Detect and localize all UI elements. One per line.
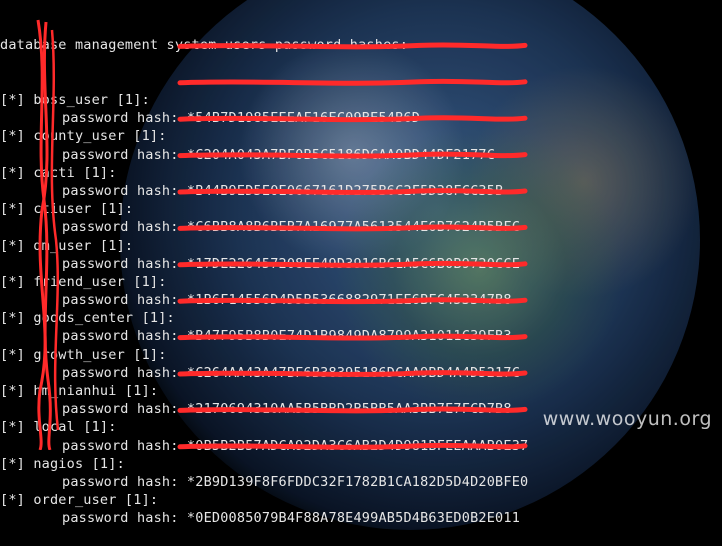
user-line: [*] friend_user [1]: xyxy=(0,273,722,291)
hash-line: password hash: *54B7D1985EEEAF16EC09BE54… xyxy=(0,109,722,127)
marker: [*] xyxy=(0,237,25,254)
hash-line: password hash: *B44B9ED5E0E0667161D275B6… xyxy=(0,182,722,200)
hash-label: password hash: xyxy=(62,510,179,527)
hash-line: password hash: *C204A043A7BF0B5C5186DCAA… xyxy=(0,146,722,164)
hash-value: *17DE226457208EE49D391CBC1A5C6B0B9720CCE xyxy=(186,255,521,272)
hash-label: password hash: xyxy=(62,146,179,163)
hash-value: *1B6F14556D4D5B5366882971EE6BFC453347B8 xyxy=(186,292,512,309)
hash-line: password hash: *0ED0085079B4F88A78E499AB… xyxy=(0,509,722,527)
user-line: [*] hm_nianhui [1]: xyxy=(0,382,722,400)
user-name: boss_user [1]: xyxy=(33,92,150,108)
user-line: [*] nagios [1]: xyxy=(0,455,722,473)
hash-line: password hash: *B47F95B8B0E74D1B9849DA87… xyxy=(0,327,722,345)
user-name: cacti [1]: xyxy=(33,164,117,181)
hash-value: *B44B9ED5E0E0667161D275B6C2F5D38FCC35B xyxy=(186,182,504,199)
user-name: local [1]: xyxy=(33,419,117,436)
hash-line: password hash: *0B5B2B57ADCA92DA3C6AB2D4… xyxy=(0,437,722,455)
user-name: order_user [1]: xyxy=(33,492,159,509)
hash-line: password hash: *2B9D139F8F6FDDC32F1782B1… xyxy=(0,473,722,491)
user-name: hm_nianhui [1]: xyxy=(33,383,159,399)
marker: [*] xyxy=(0,492,25,509)
hash-value: *B47F95B8B0E74D1B9849DA8799A31011C39FB3 xyxy=(186,328,512,345)
user-line: [*] dm_user [1]: xyxy=(0,237,722,255)
hash-value: *C264AA43A47BF6B38395186DCAA9BD4A4D5217C xyxy=(186,364,521,381)
user-line: [*] goods_center [1]: xyxy=(0,309,722,327)
terminal-output[interactable]: database management system users passwor… xyxy=(0,0,722,526)
hash-line: password hash: *17DE226457208EE49D391CBC… xyxy=(0,255,722,273)
hash-line: password hash: *C6BB8A8B6BEB7A16977A5613… xyxy=(0,218,722,236)
hash-value: *54B7D1985EEEAF16EC09BE54B6D xyxy=(186,110,421,127)
hash-value: *2170694310AA5B5BBD2B5BB5AA3BB7E7FCD7B8 xyxy=(186,401,512,418)
marker: [*] xyxy=(0,455,25,472)
watermark-text: www.wooyun.org xyxy=(542,408,712,430)
user-line: [*] order_user [1]: xyxy=(0,491,722,509)
marker: [*] xyxy=(0,92,25,108)
user-line: [*] cacti [1]: xyxy=(0,164,722,182)
user-line: [*] ctiuser [1]: xyxy=(0,200,722,218)
marker: [*] xyxy=(0,310,25,327)
user-line: [*] growth_user [1]: xyxy=(0,346,722,364)
terminal-header: database management system users passwor… xyxy=(0,37,409,54)
user-name: growth_user [1]: xyxy=(33,346,167,363)
marker: [*] xyxy=(0,383,25,399)
hash-line: password hash: *1B6F14556D4D5B5366882971… xyxy=(0,291,722,309)
hash-value: *2B9D139F8F6FDDC32F1782B1CA182D5D4D20BFE… xyxy=(186,473,529,490)
hash-label: password hash: xyxy=(62,182,179,199)
hash-label: password hash: xyxy=(62,401,179,418)
hash-label: password hash: xyxy=(62,437,179,454)
marker: [*] xyxy=(0,128,25,145)
user-name: friend_user [1]: xyxy=(33,273,167,290)
marker: [*] xyxy=(0,164,25,181)
marker: [*] xyxy=(0,273,25,290)
hash-label: password hash: xyxy=(62,328,179,345)
hash-label: password hash: xyxy=(62,110,179,127)
user-name: dm_user [1]: xyxy=(33,237,134,254)
user-line: [*] boss_user [1]: xyxy=(0,91,722,109)
marker: [*] xyxy=(0,346,25,363)
hash-value: *C6BB8A8B6BEB7A16977A5613544E6B7624B5BFC xyxy=(186,219,521,236)
hash-line: password hash: *C264AA43A47BF6B38395186D… xyxy=(0,364,722,382)
hash-label: password hash: xyxy=(62,364,179,381)
hash-label: password hash: xyxy=(62,255,179,272)
user-name: county_user [1]: xyxy=(33,128,167,145)
hash-value: *0B5B2B57ADCA92DA3C6AB2D4D981BFEEAAAB0E3… xyxy=(186,437,529,454)
hash-label: password hash: xyxy=(62,292,179,309)
user-name: goods_center [1]: xyxy=(33,310,175,327)
hash-value: *0ED0085079B4F88A78E499AB5D4B63ED0B2E011 xyxy=(186,510,521,527)
marker: [*] xyxy=(0,201,25,218)
user-line: [*] county_user [1]: xyxy=(0,127,722,145)
hash-label: password hash: xyxy=(62,473,179,490)
hash-value: *C204A043A7BF0B5C5186DCAA0BD44DF2177C xyxy=(186,146,496,163)
hash-label: password hash: xyxy=(62,219,179,236)
user-name: nagios [1]: xyxy=(33,455,125,472)
user-name: ctiuser [1]: xyxy=(33,201,134,218)
marker: [*] xyxy=(0,419,25,436)
